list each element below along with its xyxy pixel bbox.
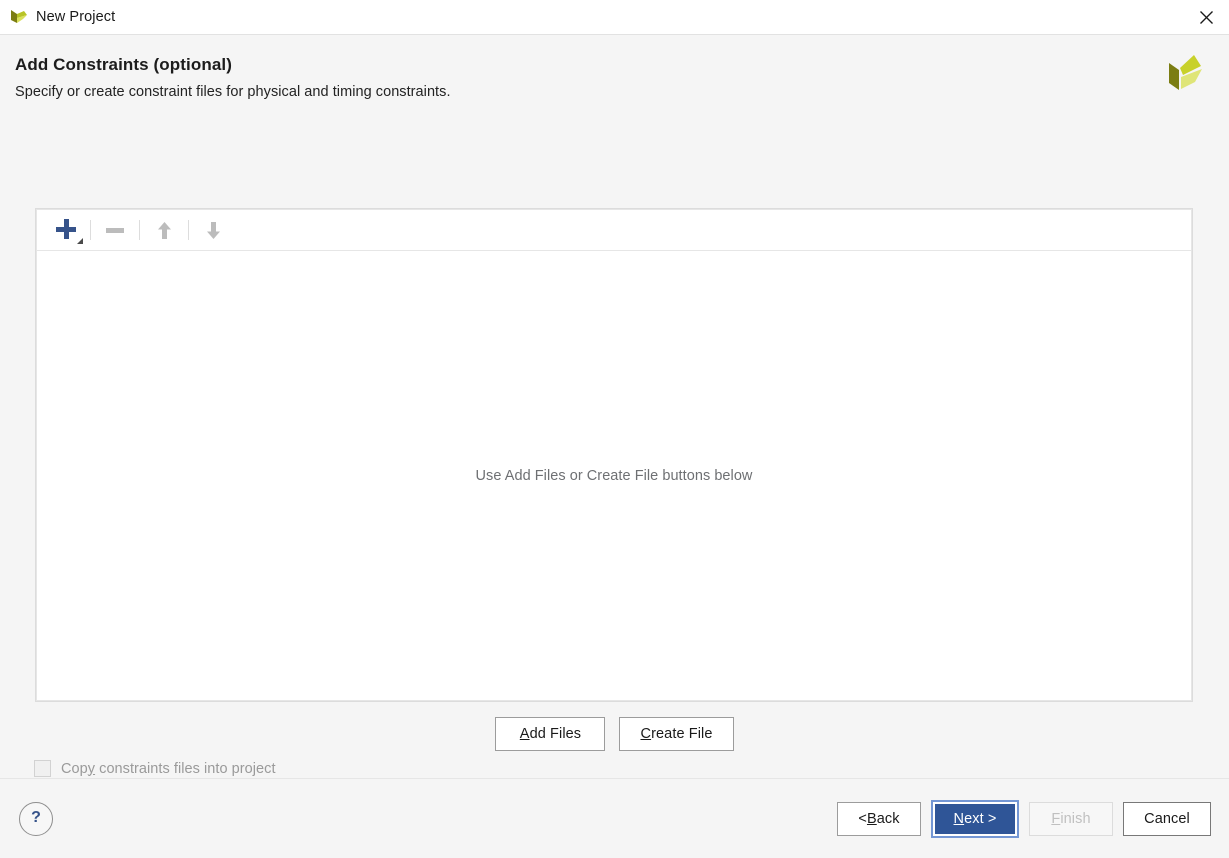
close-icon[interactable] [1183,0,1229,34]
create-file-button[interactable]: Create File [619,717,734,751]
vivado-logo-icon [11,10,27,23]
copy-constraints-row[interactable]: Copy constraints files into project [34,760,276,777]
toolbar-separator [90,220,91,240]
next-button[interactable]: Next > [935,803,1015,834]
finish-label: inish [1060,810,1091,827]
arrow-down-icon [206,221,220,239]
create-file-mnemonic: C [640,726,652,742]
empty-list-message: Use Add Files or Create File buttons bel… [475,467,753,484]
add-sources-button[interactable] [47,215,85,245]
window-title: New Project [36,9,116,25]
toolbar-separator [188,220,189,240]
next-button-focus-ring[interactable]: Next > [931,799,1019,838]
copy-label-suffix: constraints files into project [95,760,276,777]
add-files-mnemonic: A [519,726,530,742]
xilinx-logo-icon [1169,55,1202,90]
move-down-button[interactable] [194,215,232,245]
toolbar-separator [139,220,140,240]
wizard-footer: ? < Back Next > Finish Cancel [0,778,1229,858]
window-titlebar: New Project [0,0,1229,35]
cancel-button[interactable]: Cancel [1123,801,1211,836]
finish-button[interactable]: Finish [1029,801,1113,836]
page-title: Add Constraints (optional) [15,55,232,74]
plus-icon [54,218,78,242]
copy-label-prefix: Cop [61,760,88,777]
back-mnemonic: B [866,810,877,827]
minus-icon [106,227,124,233]
copy-constraints-label: Copy constraints files into project [61,761,276,777]
finish-mnemonic: F [1051,810,1061,827]
copy-constraints-checkbox[interactable] [34,760,51,777]
move-up-button[interactable] [145,215,183,245]
next-mnemonic: N [953,810,965,827]
next-label: ext > [964,810,997,827]
constraints-file-list[interactable]: Use Add Files or Create File buttons bel… [37,251,1191,700]
page-subtitle: Specify or create constraint files for p… [15,84,451,100]
constraints-panel: Use Add Files or Create File buttons bel… [35,208,1193,702]
create-file-label: reate File [651,726,713,742]
back-prefix: < [858,810,867,827]
wizard-navigation-buttons: < Back Next > Finish Cancel [837,799,1211,838]
remove-source-button[interactable] [96,215,134,245]
cancel-label: Cancel [1144,810,1190,827]
arrow-up-icon [157,221,171,239]
back-label: ack [876,810,900,827]
back-button[interactable]: < Back [837,801,921,836]
copy-label-mnemonic: y [87,760,96,777]
file-action-buttons: Add Files Create File [0,717,1229,751]
help-button[interactable]: ? [19,801,53,836]
wizard-body: Use Add Files or Create File buttons bel… [0,155,1229,778]
constraints-toolbar [37,210,1191,250]
add-files-label: dd Files [529,726,582,742]
help-icon: ? [31,809,41,826]
add-files-button[interactable]: Add Files [495,717,606,751]
wizard-header: Add Constraints (optional) Specify or cr… [0,35,1229,155]
new-project-wizard-window: New Project Add Constraints (optional) S… [0,0,1229,858]
caret-down-icon [77,238,83,244]
